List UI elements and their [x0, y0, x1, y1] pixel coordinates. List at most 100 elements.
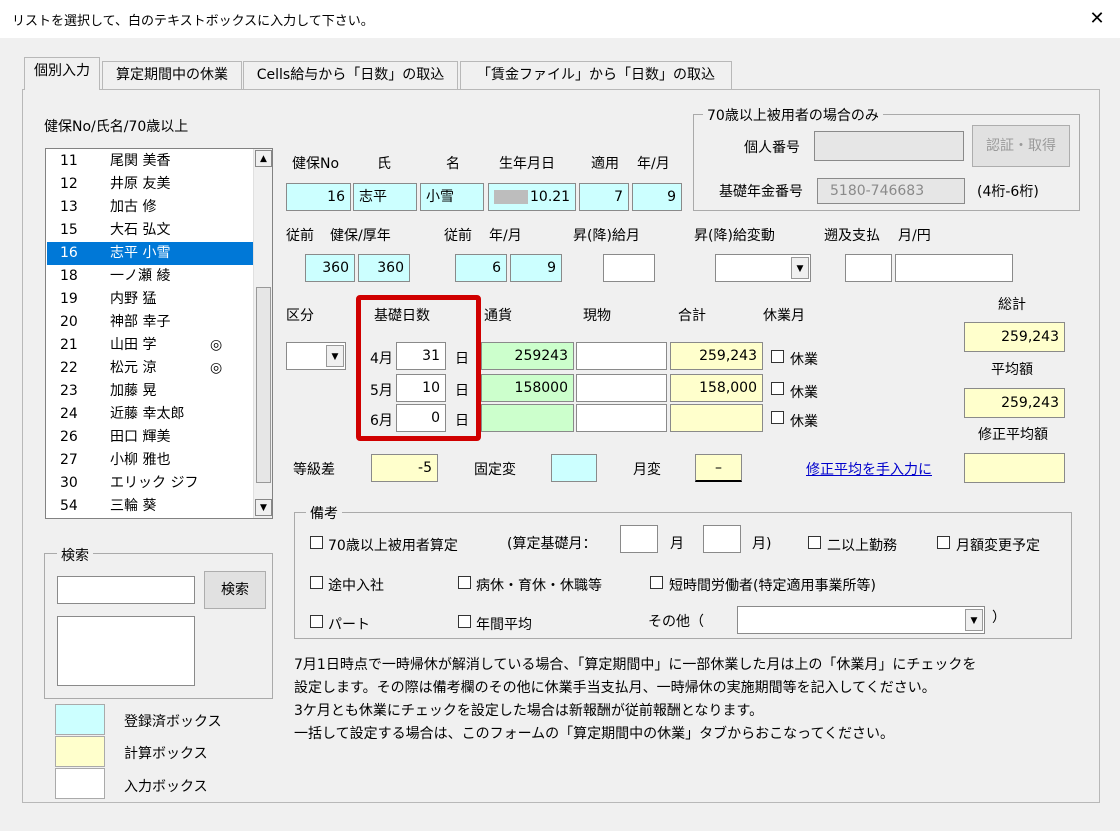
tab-individual-input[interactable]: 個別入力	[24, 57, 100, 90]
part-checkbox[interactable]	[310, 615, 323, 628]
raise-change-select[interactable]: ▼	[715, 254, 811, 282]
list-item[interactable]: 30 エリック ジフ	[47, 472, 253, 495]
list-item[interactable]: 13 加古 修	[47, 196, 253, 219]
goods-input[interactable]	[576, 342, 667, 370]
kenpo-no-field: 16	[286, 183, 351, 211]
list-item[interactable]: 24 近藤 幸太郎	[47, 403, 253, 426]
over70-checkbox-label: 70歳以上被用者算定	[328, 538, 458, 554]
base-month-label: (算定基礎月：	[507, 536, 597, 552]
list-item[interactable]: 18 一ノ瀬 綾	[47, 265, 253, 288]
pension-no-hint: (4桁-6桁)	[977, 184, 1039, 200]
list-item[interactable]: 54 三輪 葵	[47, 495, 253, 518]
retro-amount-input[interactable]	[895, 254, 1013, 282]
retro-ym-label: 月/円	[898, 228, 931, 244]
pension-no-field[interactable]: 5180-746683	[817, 178, 965, 204]
legend-registered-swatch	[55, 704, 105, 735]
kubun-label: 区分	[286, 308, 314, 324]
cash-input[interactable]	[481, 404, 574, 432]
list-item[interactable]: 15 大石 弘文	[47, 219, 253, 242]
list-item[interactable]: 11 尾関 美香	[47, 150, 253, 173]
multiple-work-checkbox[interactable]	[808, 536, 821, 549]
leave-month-label: 休業月	[763, 308, 805, 324]
search-group-label: 検索	[57, 545, 93, 565]
other-select[interactable]: ▼	[737, 606, 985, 634]
chevron-down-icon[interactable]: ▼	[791, 257, 809, 279]
over70-checkbox[interactable]	[310, 536, 323, 549]
total-field: 158,000	[670, 374, 763, 402]
list-item[interactable]: 20 神部 幸子	[47, 311, 253, 334]
note-line-2: 設定します。その際は備考欄のその他に休業手当支払月、一時帰休の実施期間等を記入し…	[294, 680, 936, 696]
prev2-label: 従前	[444, 228, 472, 244]
list-item[interactable]: 19 内野 猛	[47, 288, 253, 311]
search-results-box[interactable]	[57, 616, 195, 686]
employee-listbox[interactable]: 11 尾関 美香 12 井原 友美 13 加古 修 15 大石 弘文 16 志平 小雪 1…	[45, 148, 273, 519]
goods-input[interactable]	[576, 374, 667, 402]
search-input[interactable]	[57, 576, 195, 604]
personal-no-label: 個人番号	[744, 140, 800, 156]
list-item[interactable]: 27 小柳 雅也	[47, 449, 253, 472]
scroll-thumb[interactable]	[256, 287, 271, 483]
prev-ym-label: 年/月	[489, 228, 522, 244]
raise-month-label: 昇(降)給月	[573, 228, 640, 244]
grade-diff-label: 等級差	[293, 462, 335, 478]
sum-field: 259,243	[964, 322, 1065, 352]
total-label: 合計	[678, 308, 706, 324]
legend-calc-label: 計算ボックス	[124, 746, 208, 762]
scroll-up-icon[interactable]: ▲	[255, 150, 272, 167]
short-time-checkbox[interactable]	[650, 576, 663, 589]
sick-leave-checkbox[interactable]	[458, 576, 471, 589]
list-item[interactable]: 21 山田 学 ◎	[47, 334, 253, 357]
other-label: その他（	[648, 614, 704, 630]
monthly-change-plan-label: 月額変更予定	[956, 538, 1040, 554]
tab-import-cells[interactable]: Cells給与から「日数」の取込	[243, 61, 458, 89]
base-month-input-1[interactable]	[620, 525, 658, 553]
midjoin-checkbox[interactable]	[310, 576, 323, 589]
prev-year-field: 6	[455, 254, 507, 282]
list-item[interactable]: 23 加藤 晃	[47, 380, 253, 403]
cash-input[interactable]: 259243	[481, 342, 574, 370]
tab-import-wage-file[interactable]: 「賃金ファイル」から「日数」の取込	[460, 61, 732, 89]
header-first-name: 名	[446, 156, 460, 172]
month-unit-1: 月	[670, 536, 684, 552]
midjoin-label: 途中入社	[328, 578, 384, 594]
cash-input[interactable]: 158000	[481, 374, 574, 402]
list-item[interactable]: 22 松元 涼 ◎	[47, 357, 253, 380]
birth-field: 10.21	[488, 183, 576, 211]
goods-input[interactable]	[576, 404, 667, 432]
close-icon[interactable]: ✕	[1078, 3, 1116, 35]
chevron-down-icon[interactable]: ▼	[965, 609, 983, 631]
leave-checkbox[interactable]	[771, 350, 784, 363]
over70-group-label: 70歳以上被用者の場合のみ	[703, 105, 883, 125]
mod-avg-field[interactable]	[964, 453, 1065, 483]
list-scrollbar[interactable]: ▲ ▼	[253, 149, 272, 518]
kubun-select[interactable]: ▼	[286, 342, 346, 370]
first-name-field: 小雪	[420, 183, 484, 211]
raise-month-input[interactable]	[603, 254, 655, 282]
note-line-1: 7月1日時点で一時帰休が解消している場合、「算定期間中」に一部休業した月は上の「…	[294, 657, 977, 673]
personal-no-field[interactable]	[814, 131, 964, 161]
prev-label: 従前	[286, 228, 314, 244]
grade-diff-field: -5	[371, 454, 438, 482]
list-item-selected[interactable]: 16 志平 小雪	[47, 242, 253, 265]
other-close: ）	[992, 610, 1006, 626]
scroll-down-icon[interactable]: ▼	[255, 499, 272, 516]
auth-button[interactable]: 認証・取得	[972, 125, 1070, 167]
search-button[interactable]: 検索	[204, 571, 266, 609]
list-item[interactable]: 26 田口 輝美	[47, 426, 253, 449]
prev-kosei-field: 360	[358, 254, 410, 282]
total-field	[670, 404, 763, 432]
fixed-change-field	[551, 454, 597, 482]
manual-avg-link[interactable]: 修正平均を手入力に	[806, 459, 932, 479]
leave-checkbox[interactable]	[771, 411, 784, 424]
tab-leave-during-period[interactable]: 算定期間中の休業	[102, 61, 242, 89]
base-month-input-2[interactable]	[703, 525, 741, 553]
monthly-change-plan-checkbox[interactable]	[937, 536, 950, 549]
retro-month-input[interactable]	[845, 254, 892, 282]
list-item[interactable]: 12 井原 友美	[47, 173, 253, 196]
annual-avg-checkbox[interactable]	[458, 615, 471, 628]
leave-checkbox[interactable]	[771, 382, 784, 395]
avg-field: 259,243	[964, 388, 1065, 418]
chevron-down-icon[interactable]: ▼	[326, 345, 344, 367]
leave-checkbox-label: 休業	[790, 385, 818, 401]
header-last-name: 氏	[377, 156, 391, 172]
